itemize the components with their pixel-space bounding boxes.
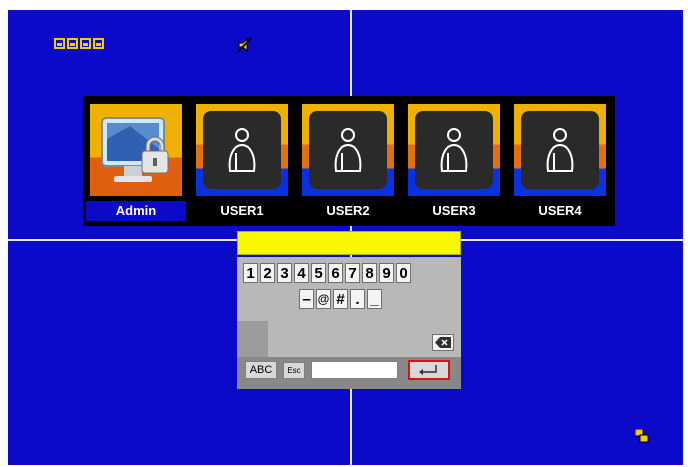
- user-tile-user1[interactable]: USER1: [192, 101, 292, 221]
- key-2[interactable]: 2: [260, 263, 275, 283]
- hdd-icon: [67, 38, 78, 49]
- text-field[interactable]: [311, 361, 398, 379]
- key-3[interactable]: 3: [277, 263, 292, 283]
- key-hash[interactable]: #: [333, 289, 348, 309]
- user-label: USER2: [326, 203, 370, 218]
- backspace-icon: [435, 337, 451, 348]
- user-label: USER3: [432, 203, 476, 218]
- hdd-icon: [54, 38, 65, 49]
- password-input[interactable]: [237, 231, 461, 255]
- hdd-status: [54, 38, 104, 49]
- hdd-icon: [93, 38, 104, 49]
- key-8[interactable]: 8: [362, 263, 377, 283]
- esc-button[interactable]: Esc: [283, 362, 305, 379]
- user-selector: Admin USER1 USER2 USER3 USER4: [83, 96, 615, 226]
- user-silhouette-icon: [415, 111, 493, 189]
- admin-lock-monitor-icon: [90, 104, 182, 196]
- key-6[interactable]: 6: [328, 263, 343, 283]
- keyboard-body: 1 2 3 4 5 6 7 8 9 0 – @ # . _ ABC Esc: [237, 257, 461, 389]
- enter-button[interactable]: [408, 360, 450, 380]
- network-icon: [635, 429, 649, 443]
- digit-row: 1 2 3 4 5 6 7 8 9 0: [243, 263, 411, 283]
- key-7[interactable]: 7: [345, 263, 360, 283]
- key-5[interactable]: 5: [311, 263, 326, 283]
- user-label: Admin: [86, 201, 186, 221]
- key-at[interactable]: @: [316, 289, 331, 309]
- enter-icon: [419, 365, 437, 375]
- user-tile-admin[interactable]: Admin: [86, 101, 186, 221]
- key-dash[interactable]: –: [299, 289, 314, 309]
- camera-grid: Admin USER1 USER2 USER3 USER4 1 2 3 4 5 …: [8, 10, 683, 465]
- user-silhouette-icon: [309, 111, 387, 189]
- key-underscore[interactable]: _: [367, 289, 382, 309]
- key-4[interactable]: 4: [294, 263, 309, 283]
- user-label: USER1: [220, 203, 264, 218]
- user-silhouette-icon: [521, 111, 599, 189]
- virtual-keyboard: 1 2 3 4 5 6 7 8 9 0 – @ # . _ ABC Esc: [237, 231, 461, 389]
- key-1[interactable]: 1: [243, 263, 258, 283]
- keyboard-panel: [237, 321, 268, 357]
- user-label: USER4: [538, 203, 582, 218]
- symbol-row: – @ # . _: [299, 289, 382, 309]
- user-silhouette-icon: [203, 111, 281, 189]
- hdd-icon: [80, 38, 91, 49]
- key-0[interactable]: 0: [396, 263, 411, 283]
- key-dot[interactable]: .: [350, 289, 365, 309]
- backspace-button[interactable]: [432, 334, 454, 351]
- user-tile-user3[interactable]: USER3: [404, 101, 504, 221]
- user-tile-user2[interactable]: USER2: [298, 101, 398, 221]
- abc-button[interactable]: ABC: [245, 361, 277, 379]
- user-tile-user4[interactable]: USER4: [510, 101, 610, 221]
- speaker-muted-icon: [237, 37, 252, 53]
- key-9[interactable]: 9: [379, 263, 394, 283]
